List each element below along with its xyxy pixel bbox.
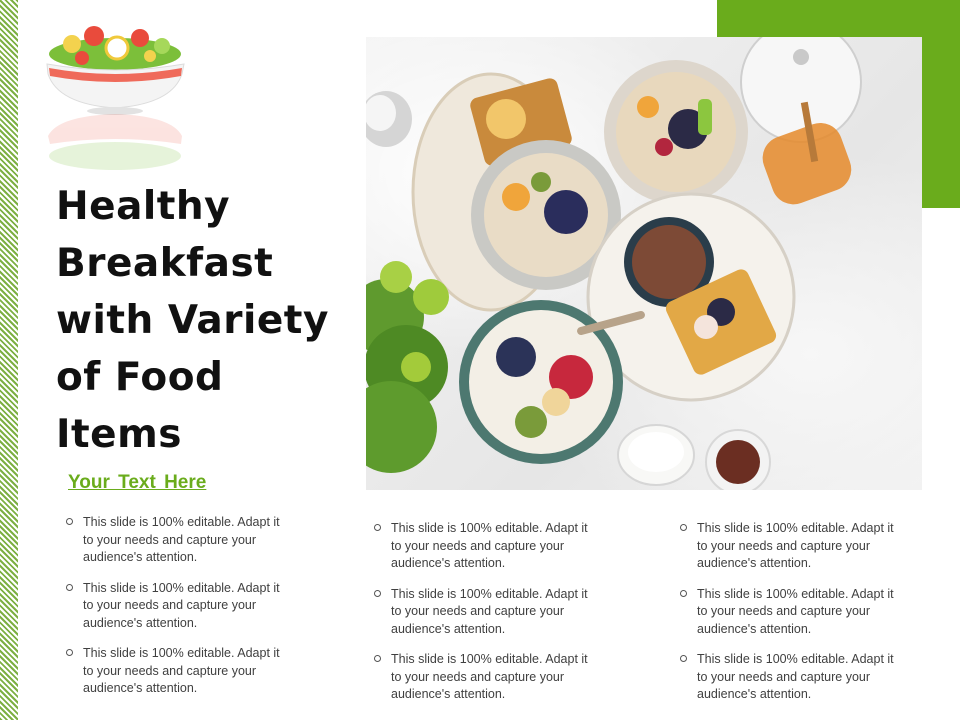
bullet-text: This slide is 100% editable. Adapt it to… [83, 646, 280, 695]
hollow-circle-bullet-icon [374, 524, 381, 531]
bullet-column-1: This slide is 100% editable. Adapt it to… [66, 514, 281, 711]
hollow-circle-bullet-icon [66, 649, 73, 656]
section-subheading: Your Text Here [68, 472, 207, 493]
bullet-column-2: This slide is 100% editable. Adapt it to… [374, 520, 589, 717]
breakfast-photo [366, 37, 922, 490]
salad-bowl-icon [42, 16, 192, 186]
hollow-circle-bullet-icon [680, 655, 687, 662]
list-item: This slide is 100% editable. Adapt it to… [374, 651, 589, 704]
bullet-text: This slide is 100% editable. Adapt it to… [391, 521, 588, 570]
list-item: This slide is 100% editable. Adapt it to… [680, 651, 895, 704]
decorative-side-stripe [0, 0, 18, 720]
bullet-text: This slide is 100% editable. Adapt it to… [697, 521, 894, 570]
hollow-circle-bullet-icon [66, 583, 73, 591]
bullet-text: This slide is 100% editable. Adapt it to… [391, 586, 588, 636]
list-item: This slide is 100% editable. Adapt it to… [66, 514, 281, 567]
hollow-circle-bullet-icon [66, 518, 73, 525]
hollow-circle-bullet-icon [374, 655, 381, 662]
bullet-text: This slide is 100% editable. Adapt it to… [697, 586, 894, 636]
bullet-text: This slide is 100% editable. Adapt it to… [83, 580, 280, 630]
hollow-circle-bullet-icon [680, 524, 687, 531]
hollow-circle-bullet-icon [374, 589, 381, 597]
bullet-text: This slide is 100% editable. Adapt it to… [83, 515, 280, 564]
bullet-column-3: This slide is 100% editable. Adapt it to… [680, 520, 895, 717]
hollow-circle-bullet-icon [680, 589, 687, 597]
list-item: This slide is 100% editable. Adapt it to… [66, 645, 281, 698]
list-item: This slide is 100% editable. Adapt it to… [374, 586, 589, 639]
list-item: This slide is 100% editable. Adapt it to… [680, 586, 895, 639]
bullet-text: This slide is 100% editable. Adapt it to… [391, 652, 588, 701]
list-item: This slide is 100% editable. Adapt it to… [66, 580, 281, 633]
list-item: This slide is 100% editable. Adapt it to… [680, 520, 895, 573]
list-item: This slide is 100% editable. Adapt it to… [374, 520, 589, 573]
slide-title: Healthy Breakfast with Variety of Food I… [56, 184, 329, 457]
bullet-text: This slide is 100% editable. Adapt it to… [697, 652, 894, 701]
